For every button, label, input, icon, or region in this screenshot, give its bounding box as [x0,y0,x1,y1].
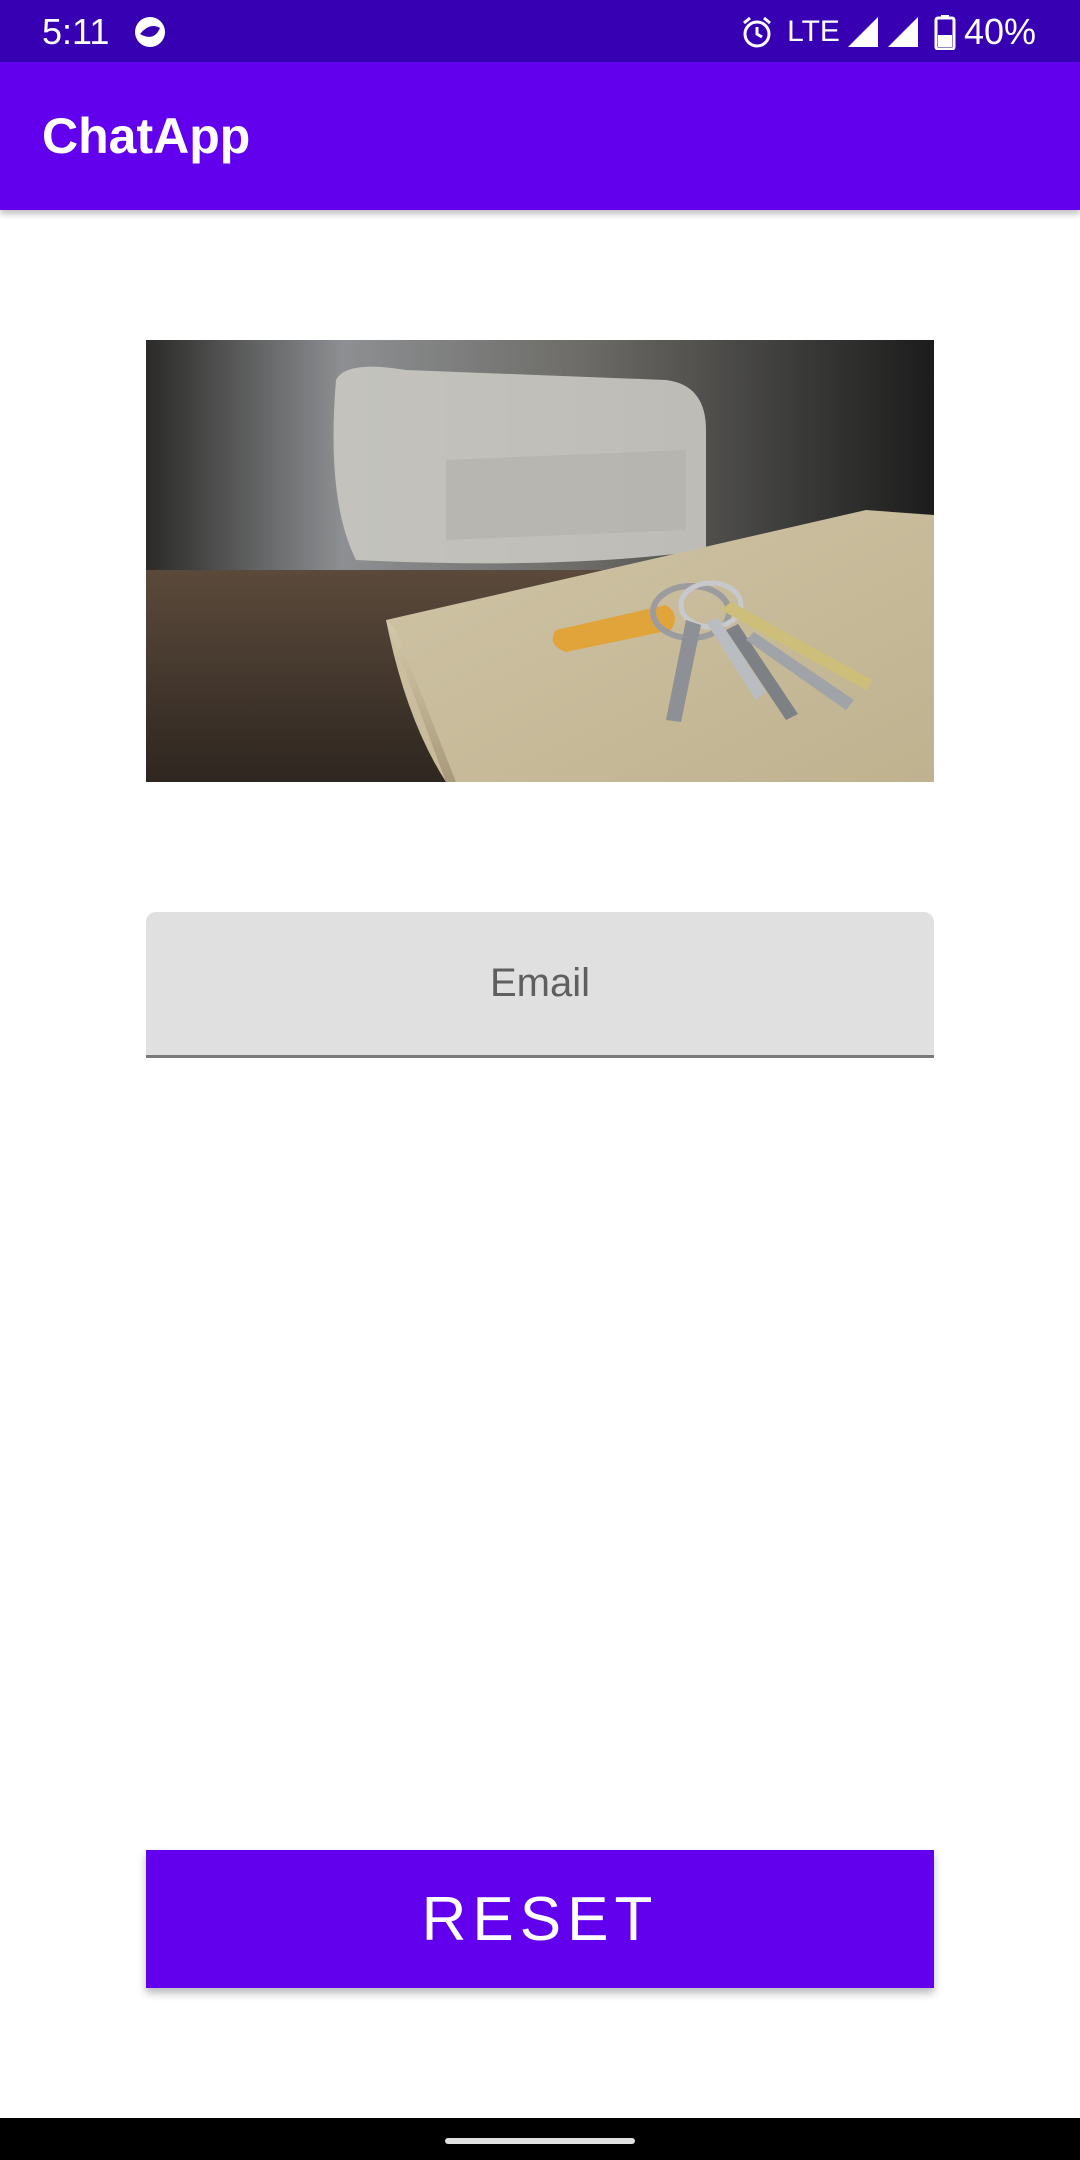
reset-button[interactable]: RESET [146,1850,934,1988]
signal-icon [887,17,918,47]
hero-image [146,340,934,782]
network-type: LTE [787,15,840,48]
status-icons: LTE 40% [739,10,1036,54]
home-gesture-handle[interactable] [445,2138,635,2144]
email-input[interactable] [146,912,934,1055]
status-bar: 5:11 LTE 40% [0,0,1080,62]
app-bar: ChatApp [0,62,1080,210]
keys-on-table-photo [146,340,934,782]
battery-icon [934,15,956,50]
status-time: 5:11 [42,11,110,52]
email-field[interactable] [146,912,934,1058]
app-title: ChatApp [42,108,251,164]
alarm-icon [743,16,772,48]
navigation-bar [0,2118,1080,2160]
battery-percent: 40% [963,11,1036,52]
signal-icon [847,17,878,47]
notification-icon [135,17,165,47]
